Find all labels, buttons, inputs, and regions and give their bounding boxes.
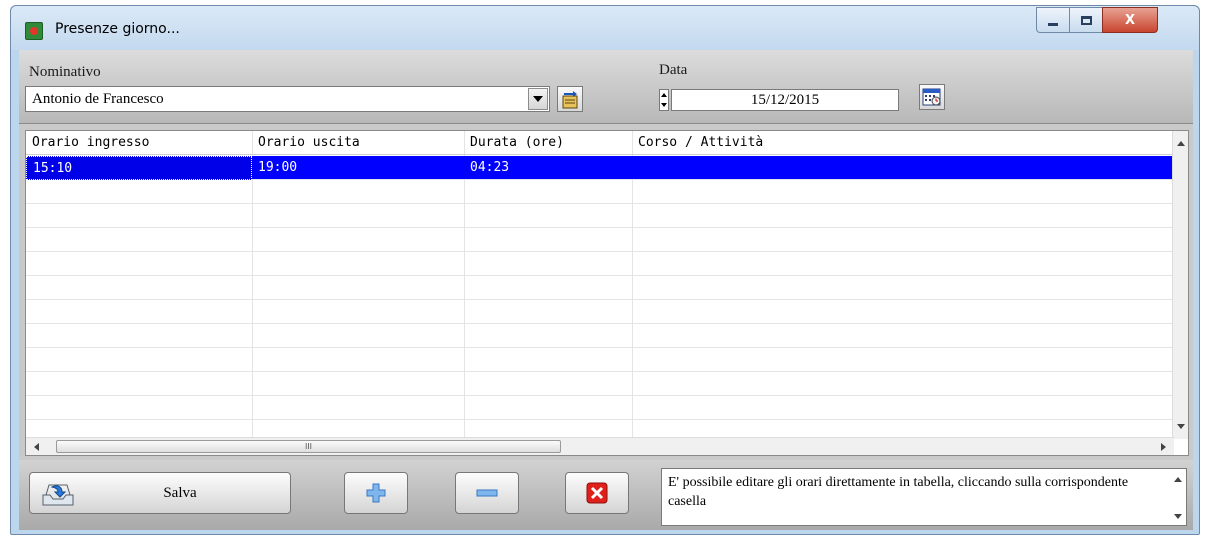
close-button[interactable]: X — [1102, 7, 1158, 33]
swap-button[interactable] — [557, 86, 583, 112]
empty-row — [26, 300, 1174, 324]
column-header-orario-uscita[interactable]: Orario uscita — [252, 131, 464, 155]
column-header-durata[interactable]: Durata (ore) — [464, 131, 632, 155]
maximize-icon — [1080, 15, 1092, 25]
title-bar[interactable]: Presenze giorno... X — [11, 6, 1199, 50]
nominativo-combobox[interactable]: Antonio de Francesco — [25, 86, 550, 112]
empty-row — [26, 372, 1174, 396]
close-icon: X — [1124, 12, 1136, 28]
scroll-up-icon[interactable] — [1177, 141, 1185, 146]
cell-orario-ingresso[interactable]: 15:10 — [26, 156, 252, 180]
nominativo-value: Antonio de Francesco — [32, 91, 164, 107]
spin-up-icon — [661, 93, 667, 97]
chevron-down-icon — [533, 96, 543, 102]
spin-down-icon — [661, 103, 667, 107]
vertical-scrollbar[interactable] — [1172, 131, 1188, 439]
save-label: Salva — [163, 484, 197, 501]
empty-row — [26, 180, 1174, 204]
save-tray-icon — [42, 484, 74, 506]
save-button[interactable]: Salva — [29, 472, 291, 514]
empty-row — [26, 324, 1174, 348]
scroll-thumb[interactable]: III — [56, 440, 561, 453]
scroll-down-icon[interactable] — [1174, 514, 1182, 519]
empty-row — [26, 204, 1174, 228]
combo-dropdown-button[interactable] — [528, 88, 548, 110]
table-header: Orario ingresso Orario uscita Durata (or… — [26, 131, 1174, 155]
swap-icon — [562, 91, 578, 109]
column-header-orario-ingresso[interactable]: Orario ingresso — [26, 131, 252, 155]
calendar-icon — [922, 88, 941, 106]
scroll-down-icon[interactable] — [1177, 424, 1185, 429]
table-row[interactable]: 15:10 19:00 04:23 — [26, 156, 1174, 180]
date-spinner[interactable] — [659, 89, 669, 111]
info-message-box[interactable]: E' possibile editare gli orari direttame… — [661, 468, 1187, 526]
remove-row-button[interactable] — [455, 472, 519, 514]
app-icon — [25, 22, 43, 40]
minus-icon — [476, 489, 498, 497]
info-message: E' possibile editare gli orari direttame… — [668, 475, 1129, 509]
empty-row — [26, 276, 1174, 300]
presence-table[interactable]: Orario ingresso Orario uscita Durata (or… — [25, 130, 1189, 456]
column-header-corso-attivita[interactable]: Corso / Attività — [632, 131, 1174, 155]
cell-corso-attivita[interactable] — [632, 156, 1174, 180]
minimize-button[interactable] — [1036, 7, 1070, 33]
scroll-up-icon[interactable] — [1174, 477, 1182, 482]
table-body: Orario ingresso Orario uscita Durata (or… — [26, 131, 1174, 439]
cell-durata[interactable]: 04:23 — [464, 156, 632, 180]
nominativo-label: Nominativo — [29, 64, 101, 80]
date-field[interactable]: 15/12/2015 — [671, 89, 899, 111]
plus-icon — [366, 483, 386, 503]
empty-row — [26, 228, 1174, 252]
maximize-button[interactable] — [1069, 7, 1103, 33]
data-label: Data — [659, 62, 688, 78]
cell-orario-uscita[interactable]: 19:00 — [252, 156, 464, 180]
window-title: Presenze giorno... — [55, 21, 180, 37]
empty-row — [26, 252, 1174, 276]
info-scrollbar[interactable] — [1170, 469, 1186, 525]
client-area: Nominativo Antonio de Francesco Data 15/… — [19, 50, 1193, 530]
horizontal-scrollbar[interactable]: III — [26, 437, 1174, 455]
delete-button[interactable] — [565, 472, 629, 514]
action-panel: Salva E' possibile editare gli orari dir… — [19, 460, 1193, 530]
scroll-right-icon[interactable] — [1161, 443, 1166, 451]
empty-row — [26, 396, 1174, 420]
add-row-button[interactable] — [344, 472, 408, 514]
minimize-icon — [1048, 22, 1058, 26]
scroll-left-icon[interactable] — [34, 443, 39, 451]
red-x-icon — [586, 482, 608, 504]
app-window: Presenze giorno... X Nominativo Antonio … — [10, 5, 1200, 535]
calendar-button[interactable] — [919, 84, 945, 110]
filter-panel: Nominativo Antonio de Francesco Data 15/… — [19, 50, 1193, 124]
empty-row — [26, 348, 1174, 372]
